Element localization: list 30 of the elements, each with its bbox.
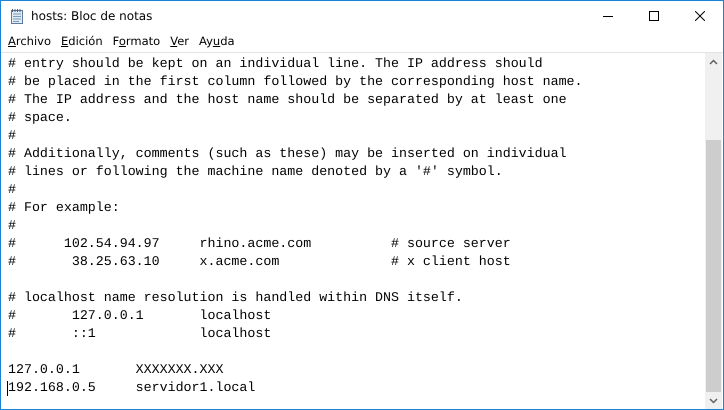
text-line: # For example:: [8, 200, 120, 215]
text-line: 127.0.0.1 XXXXXXX.XXX: [8, 362, 224, 377]
maximize-icon: [649, 11, 659, 21]
menu-item[interactable]: Archivo: [3, 32, 56, 50]
close-icon: [695, 11, 705, 21]
text-line: # The IP address and the host name should be separated by at least one: [8, 92, 567, 107]
vertical-scrollbar[interactable]: [705, 53, 722, 409]
text-line: # lines or following the machine name denoted by a '#' symbol.: [8, 164, 503, 179]
menu-item[interactable]: Ver: [165, 32, 194, 50]
text-line: # space.: [8, 110, 72, 125]
menu-item[interactable]: Edición: [56, 32, 108, 50]
text-line: 192.168.0.5 servidor1.local: [8, 380, 256, 395]
text-line: # entry should be kept on an individual line. The IP address should: [8, 56, 543, 71]
notepad-icon: [9, 8, 25, 24]
text-line: # localhost name resolution is handled within DNS itself.: [8, 290, 463, 305]
text-line: # 102.54.94.97 rhino.acme.com # source server: [8, 236, 511, 251]
window-title: hosts: Bloc de notas: [31, 8, 152, 25]
text-line: #: [8, 128, 16, 143]
text-line: #: [8, 218, 16, 233]
text-line: # be placed in the first column followed by the corresponding host name.: [8, 74, 583, 89]
scroll-thumb[interactable]: [706, 140, 721, 392]
scroll-up-icon[interactable]: [709, 58, 718, 64]
text-line: # 38.25.63.10 x.acme.com # x client host: [8, 254, 511, 269]
text-line: # ::1 localhost: [8, 326, 272, 341]
text-line: # 127.0.0.1 localhost: [8, 308, 272, 323]
text-line: # Additionally, comments (such as these) may be inserted on individual: [8, 146, 567, 161]
scroll-down-icon[interactable]: [709, 398, 718, 404]
menu-item[interactable]: Ayuda: [194, 32, 240, 50]
menu-item[interactable]: Formato: [108, 32, 166, 50]
text-line: #: [8, 182, 16, 197]
